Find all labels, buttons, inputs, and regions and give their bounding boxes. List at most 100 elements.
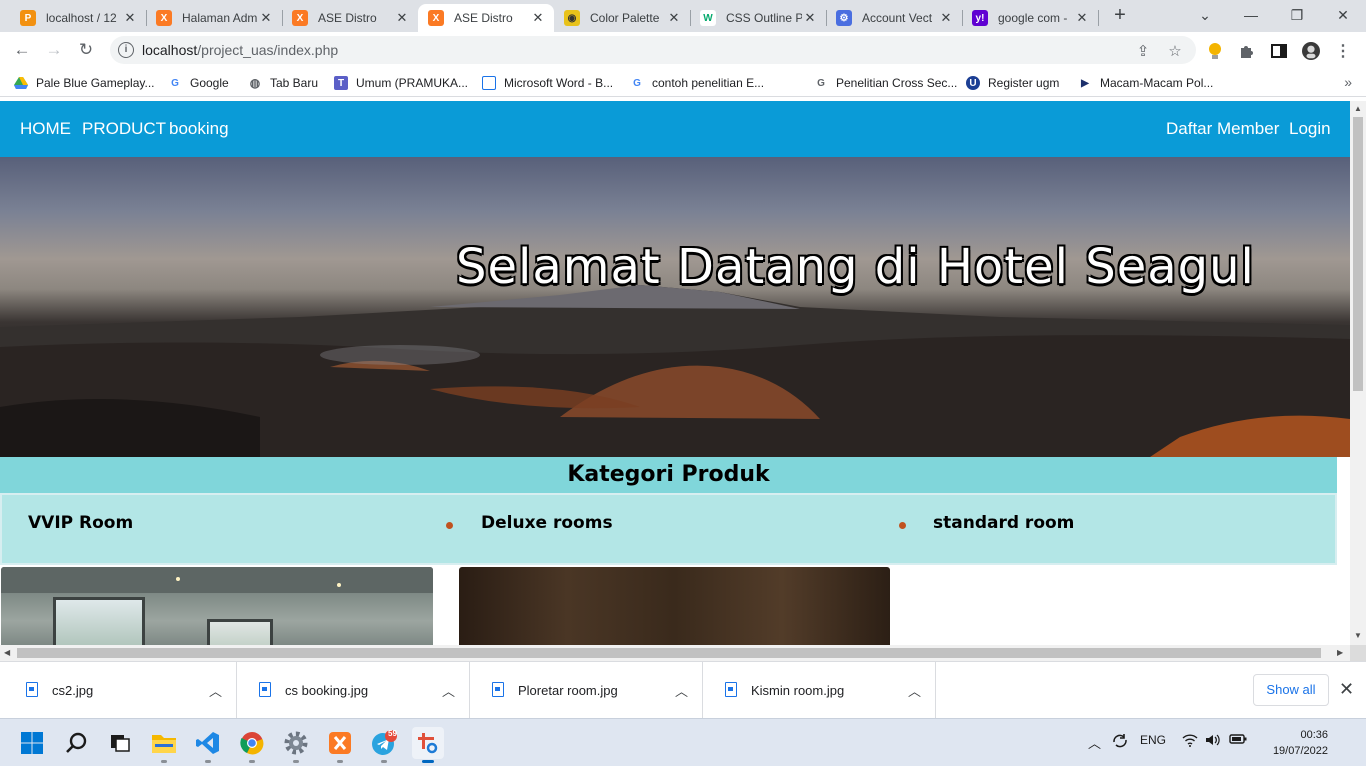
tab-ase-distro-active[interactable]: X ASE Distro ✕ [418,4,554,32]
file-explorer-icon[interactable] [148,727,180,763]
share-icon[interactable]: ⇪ [1134,42,1152,60]
tab-google-com[interactable]: y! google com - ✕ [962,4,1098,32]
chevron-up-icon[interactable]: ︿ [675,681,688,700]
menu-kebab-icon[interactable]: ⋮ [1334,42,1352,60]
profile-avatar[interactable] [1302,42,1320,60]
close-icon[interactable]: ✕ [258,10,274,26]
search-icon[interactable] [60,727,92,759]
scroll-up-arrow-icon[interactable]: ▲ [1354,104,1362,113]
vertical-scroll-thumb[interactable] [1353,117,1363,391]
volume-icon[interactable] [1205,733,1221,750]
bookmark-item[interactable]: T Umum (PRAMUKA... [334,73,468,93]
horizontal-scrollbar[interactable]: ◀ ▶ [0,645,1350,661]
bookmark-star-icon[interactable]: ☆ [1166,42,1184,60]
room-image-deluxe[interactable] [459,567,890,645]
tab-title: ASE Distro [454,11,513,25]
system-clock[interactable]: 00:36 19/07/2022 [1258,727,1328,759]
vertical-scrollbar[interactable]: ▲ ▼ [1350,101,1366,645]
side-panel-icon[interactable] [1270,42,1288,60]
wifi-icon[interactable] [1182,733,1198,750]
scroll-right-arrow-icon[interactable]: ▶ [1337,648,1343,657]
close-icon[interactable]: ✕ [1339,679,1354,700]
reload-icon[interactable]: ↻ [74,38,98,62]
category-deluxe-rooms[interactable]: Deluxe rooms [481,513,613,533]
snipping-tool-icon[interactable] [412,727,444,763]
restore-button[interactable]: ❐ [1274,0,1320,30]
scroll-left-arrow-icon[interactable]: ◀ [4,648,10,657]
category-vvip-room[interactable]: VVIP Room [28,513,133,533]
bookmark-label: Google [190,76,229,90]
sync-icon[interactable] [1111,733,1129,752]
forward-arrow-icon[interactable]: → [42,38,66,62]
address-url[interactable]: localhost/project_uas/index.php [142,42,338,58]
close-icon[interactable]: ✕ [666,10,682,26]
tab-title: google com - [998,11,1068,25]
category-standard-room[interactable]: standard room [933,513,1074,533]
vscode-icon[interactable] [192,727,224,763]
settings-gear-icon[interactable] [280,727,312,763]
close-icon[interactable]: ✕ [122,10,138,26]
teams-icon: T [334,76,348,90]
bookmark-item[interactable]: ▶ Macam-Macam Pol... [1078,73,1213,93]
download-item[interactable]: Kismin room.jpg ︿ [703,662,936,719]
xampp-icon[interactable] [324,727,356,763]
chrome-icon[interactable] [236,727,268,763]
nav-daftar-member-link[interactable]: Daftar Member [1166,119,1279,139]
nav-booking-link[interactable]: booking [169,119,229,139]
tab-css-outline[interactable]: W CSS Outline P ✕ [690,4,826,32]
download-item[interactable]: cs2.jpg ︿ [4,662,237,719]
show-all-button[interactable]: Show all [1253,674,1329,706]
scroll-down-arrow-icon[interactable]: ▼ [1354,631,1362,640]
close-window-button[interactable]: ✕ [1320,0,1366,30]
address-bar[interactable]: i localhost/project_uas/index.php ⇪ ☆ [110,36,1196,64]
chevron-up-icon[interactable]: ︿ [1088,733,1101,752]
chevron-up-icon[interactable]: ︿ [442,681,455,700]
tab-halaman-admin[interactable]: X Halaman Adm ✕ [146,4,282,32]
nav-login-link[interactable]: Login [1289,119,1331,139]
bookmark-item[interactable]: G Google [168,73,229,93]
close-icon[interactable]: ✕ [530,10,546,26]
tab-account-vector[interactable]: ⚙ Account Vect ✕ [826,4,962,32]
bookmark-item[interactable]: ◍ Tab Baru [248,73,318,93]
room-image-vvip[interactable] [1,567,433,645]
close-icon[interactable]: ✕ [394,10,410,26]
bookmarks-overflow-icon[interactable]: » [1344,74,1352,90]
tab-separator [1098,10,1099,26]
bookmark-item[interactable]: Pale Blue Gameplay... [14,73,155,93]
ceiling-light [176,577,180,581]
tab-ase-distro[interactable]: X ASE Distro ✕ [282,4,418,32]
task-view-icon[interactable] [104,727,136,759]
chevron-up-icon[interactable]: ︿ [908,681,921,700]
ugm-icon: U [966,76,980,90]
site-info-icon[interactable]: i [118,42,134,58]
windows-start-icon[interactable] [16,727,48,759]
tab-color-palette[interactable]: ◉ Color Palette ✕ [554,4,690,32]
url-host: localhost [142,42,198,58]
horizontal-scroll-thumb[interactable] [17,648,1321,658]
battery-icon[interactable] [1229,733,1247,748]
lightbulb-icon[interactable] [1206,42,1224,60]
extensions-puzzle-icon[interactable] [1238,42,1256,60]
site-navbar: HOME PRODUCT booking Daftar Member Login [0,101,1350,157]
download-item[interactable]: Ploretar room.jpg ︿ [470,662,703,719]
bookmark-item[interactable]: G contoh penelitian E... [630,73,764,93]
download-item[interactable]: cs booking.jpg ︿ [237,662,470,719]
tab-search-chevron-icon[interactable]: ⌄ [1182,0,1228,30]
bookmark-item[interactable]: Microsoft Word - B... [482,73,613,93]
chevron-up-icon[interactable]: ︿ [209,681,222,700]
tab-title: Halaman Adm [182,11,258,25]
tab-phpmyadmin[interactable]: P localhost / 12 ✕ [10,4,146,32]
back-arrow-icon[interactable]: ← [10,38,34,62]
new-tab-button[interactable]: + [1108,4,1132,28]
telegram-icon[interactable]: 59 [368,727,400,763]
bookmark-item[interactable]: U Register ugm [966,73,1059,93]
close-icon[interactable]: ✕ [802,10,818,26]
input-language[interactable]: ENG [1140,733,1166,747]
nav-product-link[interactable]: PRODUCT [82,119,166,139]
bookmark-label: Tab Baru [270,76,319,90]
bookmark-item[interactable]: G Penelitian Cross Sec... [814,73,957,93]
minimize-button[interactable]: — [1228,0,1274,30]
nav-home-link[interactable]: HOME [20,119,71,139]
close-icon[interactable]: ✕ [938,10,954,26]
close-icon[interactable]: ✕ [1074,10,1090,26]
